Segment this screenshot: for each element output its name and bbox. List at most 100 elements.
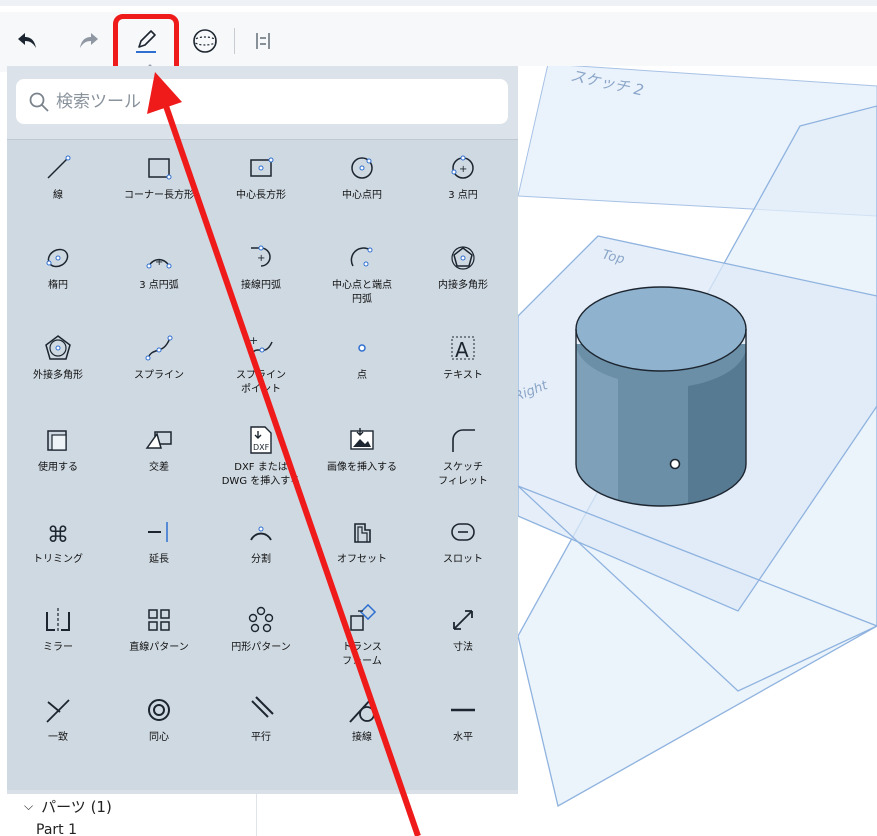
tool-label: 楕円 (48, 280, 68, 291)
tool-transform-button[interactable]: トランス フォーム (311, 598, 413, 690)
sketch-tool-panel: 線コーナー長方形中心長方形中心点円+3 点円楕円+3 点円弧+接線円弧中心点と端… (7, 66, 518, 794)
parts-row[interactable]: ⌵ パーツ (1) (24, 796, 112, 817)
chevron-down-icon: ⌵ (24, 799, 34, 813)
tool-label: トリミング (33, 554, 83, 565)
tool-label: 同心 (149, 732, 169, 743)
tool-label: 内接多角形 (438, 280, 488, 291)
undo-button[interactable] (10, 24, 44, 58)
tool-label: 交差 (149, 462, 169, 473)
tool-label: スロット (443, 554, 483, 565)
tool-trim-button[interactable]: ⌘ トリミング (7, 510, 109, 602)
tool-label: スプライン ポイント (236, 370, 286, 395)
redo-icon (80, 33, 98, 48)
three-point-circle-icon: + (451, 155, 474, 179)
tool-label: 3 点円弧 (139, 280, 179, 291)
tool-extend-button[interactable]: 延長 (108, 510, 210, 602)
tool-spline-points-button[interactable]: + スプライン ポイント (210, 326, 312, 418)
tool-center-circle-button[interactable]: 中心点円 (311, 146, 413, 238)
tree-divider (256, 794, 257, 836)
three-point-arc-icon: + (146, 257, 172, 269)
origin-point[interactable] (669, 458, 681, 470)
tool-mirror-button[interactable]: ミラー (7, 598, 109, 690)
tool-circular-pattern-button[interactable]: 円形パターン (210, 598, 312, 690)
svg-text:+: + (257, 253, 265, 264)
graphics-canvas[interactable]: スケッチ 2 Top Right (518, 66, 877, 836)
tool-coincident-button[interactable]: 一致 (7, 688, 109, 780)
parallel-icon (251, 696, 274, 718)
center-rectangle-icon (250, 157, 274, 177)
tool-label: 3 点円 (448, 190, 478, 201)
tool-label: 平行 (251, 732, 271, 743)
tool-concentric-button[interactable]: 同心 (108, 688, 210, 780)
search-bar (7, 66, 518, 140)
tool-offset-button[interactable]: オフセット (311, 510, 413, 602)
tool-center-arc-button[interactable]: 中心点と端点 円弧 (311, 236, 413, 328)
trim-icon: ⌘ (47, 523, 69, 548)
tool-tangent-arc-button[interactable]: + 接線円弧 (210, 236, 312, 328)
tool-label: DXF または DWG を挿入する (221, 462, 301, 487)
split-icon (250, 526, 272, 541)
tool-spline-button[interactable]: スプライン (108, 326, 210, 418)
tool-label: コーナー長方形 (124, 190, 194, 201)
tool-use-button[interactable]: 使用する (7, 418, 109, 510)
tool-inscribed-polygon-button[interactable]: 内接多角形 (412, 236, 514, 328)
tool-insert-image-button[interactable]: 画像を挿入する (311, 418, 413, 510)
tool-label: テキスト (443, 370, 483, 381)
redo-button[interactable] (72, 24, 106, 58)
tool-text-button[interactable]: A テキスト (412, 326, 514, 418)
tool-center-rectangle-button[interactable]: 中心長方形 (210, 146, 312, 238)
view-button[interactable] (188, 24, 222, 58)
tool-tangent-button[interactable]: 接線 (311, 688, 413, 780)
svg-text:+: + (155, 257, 163, 268)
toolbar (0, 0, 877, 76)
search-input[interactable] (56, 91, 476, 112)
tool-circumscribed-polygon-button[interactable]: 外接多角形 (7, 326, 109, 418)
tool-point-button[interactable]: 点 (311, 326, 413, 418)
tools-button[interactable] (246, 24, 280, 58)
tool-sketch-fillet-button[interactable]: スケッチ フィレット (412, 418, 514, 510)
line-icon (47, 155, 71, 179)
parts-label: パーツ (1) (41, 798, 112, 816)
ellipse-icon (46, 248, 69, 268)
insert-image-icon (350, 428, 374, 450)
tool-three-point-arc-button[interactable]: +3 点円弧 (108, 236, 210, 328)
tool-ellipse-button[interactable]: 楕円 (7, 236, 109, 328)
transform-icon (350, 603, 377, 631)
linear-pattern-icon (148, 609, 170, 631)
tool-label: 水平 (453, 732, 473, 743)
tool-slot-button[interactable]: スロット (412, 510, 514, 602)
spline-points-icon: + (249, 334, 273, 355)
part-item[interactable]: Part 1 (36, 822, 77, 836)
circular-pattern-icon (248, 606, 274, 633)
intersection-icon (145, 431, 172, 449)
extend-icon (148, 522, 168, 542)
tool-three-point-circle-button[interactable]: +3 点円 (412, 146, 514, 238)
tool-label: 一致 (48, 732, 68, 743)
tool-horizontal-button[interactable]: 水平 (412, 688, 514, 780)
search-box[interactable] (16, 79, 508, 124)
tool-line-button[interactable]: 線 (7, 146, 109, 238)
tool-label: ミラー (43, 642, 73, 653)
tool-label: トランス フォーム (342, 642, 382, 667)
tool-dxf-button[interactable]: DXF DXF または DWG を挿入する (210, 418, 312, 510)
search-icon (29, 92, 49, 112)
tool-split-button[interactable]: 分割 (210, 510, 312, 602)
text-icon: A (451, 336, 475, 362)
tool-label: 接線 (352, 732, 372, 743)
tool-label: 円形パターン (231, 642, 291, 653)
tool-linear-pattern-button[interactable]: 直線パターン (108, 598, 210, 690)
tool-label: 線 (53, 190, 63, 201)
concentric-icon (148, 699, 170, 721)
svg-text:+: + (459, 164, 467, 175)
cylinder-body[interactable] (575, 286, 747, 507)
tool-intersection-button[interactable]: 交差 (108, 418, 210, 510)
tool-label: 中心長方形 (236, 190, 286, 201)
tool-corner-rectangle-button[interactable]: コーナー長方形 (108, 146, 210, 238)
tool-label: 点 (357, 370, 367, 381)
slot-icon (451, 523, 475, 541)
undo-icon (18, 33, 36, 48)
tool-parallel-button[interactable]: 平行 (210, 688, 312, 780)
use-icon (47, 430, 67, 451)
tool-dimension-button[interactable]: 寸法 (412, 598, 514, 690)
dimension-icon (453, 610, 473, 630)
